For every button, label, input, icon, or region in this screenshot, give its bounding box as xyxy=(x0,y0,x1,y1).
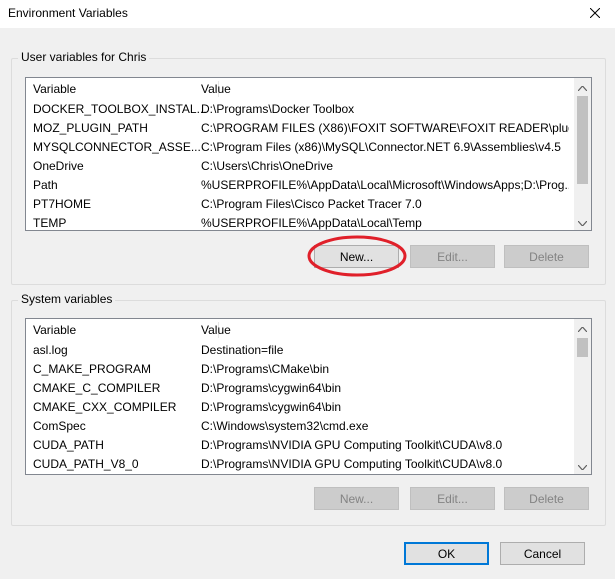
scroll-up-button[interactable] xyxy=(574,319,591,336)
scroll-up-button[interactable] xyxy=(574,78,591,95)
scroll-thumb[interactable] xyxy=(577,96,588,184)
system-list-scrollbar[interactable] xyxy=(574,319,591,474)
column-header-value[interactable]: Value xyxy=(201,323,231,337)
variable-name: CUDA_PATH_V8_0 xyxy=(33,457,139,471)
scroll-down-button[interactable] xyxy=(574,457,591,474)
variable-name: OneDrive xyxy=(33,159,84,173)
variable-value: D:\Programs\CMake\bin xyxy=(201,362,330,376)
variable-name: asl.log xyxy=(33,343,68,357)
table-row[interactable]: MOZ_PLUGIN_PATH C:\PROGRAM FILES (X86)\FO… xyxy=(26,119,591,138)
variable-value: Destination=file xyxy=(201,343,284,357)
variable-value: D:\Programs\cygwin64\bin xyxy=(201,381,342,395)
variable-name: PT7HOME xyxy=(33,197,92,211)
user-variables-label: User variables for Chris xyxy=(18,50,150,64)
table-row[interactable]: CMAKE_CXX_COMPILER D:\Programs\cygwin64\b… xyxy=(26,398,591,417)
table-row[interactable]: TEMP %USERPROFILE%\AppData\Local\Temp xyxy=(26,214,591,230)
table-row[interactable]: C_MAKE_PROGRAM D:\Programs\CMake\bin xyxy=(26,360,591,379)
chevron-up-icon xyxy=(577,80,588,94)
variable-value: D:\Programs\NVIDIA GPU Computing Toolkit… xyxy=(201,438,503,452)
user-delete-button[interactable]: Delete xyxy=(504,245,589,268)
column-header-variable[interactable]: Variable xyxy=(33,323,76,337)
close-button[interactable] xyxy=(581,2,609,24)
ok-button[interactable]: OK xyxy=(404,542,489,565)
variable-name: MYSQLCONNECTOR_ASSE... xyxy=(33,140,201,154)
system-edit-button[interactable]: Edit... xyxy=(410,487,495,510)
column-header-value[interactable]: Value xyxy=(201,82,231,96)
variable-value: C:\Users\Chris\OneDrive xyxy=(201,159,334,173)
chevron-down-icon xyxy=(577,215,588,229)
user-new-button[interactable]: New... xyxy=(314,245,399,268)
table-row[interactable]: CUDA_PATH_V8_0 D:\Programs\NVIDIA GPU Com… xyxy=(26,455,591,474)
user-list-header: Variable Value xyxy=(26,78,591,100)
chevron-down-icon xyxy=(577,459,588,473)
variable-name: CMAKE_C_COMPILER xyxy=(33,381,161,395)
table-row[interactable]: DOCKER_TOOLBOX_INSTAL... D:\Programs\Dock… xyxy=(26,100,591,119)
variable-value: D:\Programs\cygwin64\bin xyxy=(201,400,342,414)
table-row[interactable]: MYSQLCONNECTOR_ASSE... C:\Program Files (… xyxy=(26,138,591,157)
table-row[interactable]: Path %USERPROFILE%\AppData\Local\Microsof… xyxy=(26,176,591,195)
user-edit-button[interactable]: Edit... xyxy=(410,245,495,268)
window-title: Environment Variables xyxy=(8,6,128,20)
variable-name: ComSpec xyxy=(33,419,86,433)
scroll-down-button[interactable] xyxy=(574,213,591,230)
variable-value: D:\Programs\Docker Toolbox xyxy=(201,102,355,116)
variable-name: CUDA_PATH xyxy=(33,438,104,452)
variable-name: Path xyxy=(33,178,58,192)
table-row[interactable]: ComSpec C:\Windows\system32\cmd.exe xyxy=(26,417,591,436)
variable-value: C:\PROGRAM FILES (X86)\FOXIT SOFTWARE\FO… xyxy=(201,121,569,135)
system-variables-label: System variables xyxy=(18,292,116,306)
table-row[interactable]: asl.log Destination=file xyxy=(26,341,591,360)
system-list-header: Variable Value xyxy=(26,319,591,341)
variable-value: C:\Program Files\Cisco Packet Tracer 7.0 xyxy=(201,197,422,211)
close-icon xyxy=(590,8,600,18)
variable-value: D:\Programs\NVIDIA GPU Computing Toolkit… xyxy=(201,457,503,471)
variable-value: C:\Windows\system32\cmd.exe xyxy=(201,419,369,433)
table-row[interactable]: CMAKE_C_COMPILER D:\Programs\cygwin64\bin xyxy=(26,379,591,398)
system-variables-list[interactable]: Variable Value asl.log Destination=file C… xyxy=(25,318,592,475)
variable-name: TEMP xyxy=(33,216,67,230)
variable-value: %USERPROFILE%\AppData\Local\Microsoft\Wi… xyxy=(201,178,569,192)
chevron-up-icon xyxy=(577,321,588,335)
table-row[interactable]: CUDA_PATH D:\Programs\NVIDIA GPU Computin… xyxy=(26,436,591,455)
variable-name: MOZ_PLUGIN_PATH xyxy=(33,121,148,135)
user-variables-group: User variables for Chris Variable Value … xyxy=(11,50,606,285)
user-variables-list[interactable]: Variable Value DOCKER_TOOLBOX_INSTAL... D… xyxy=(25,77,592,231)
system-delete-button[interactable]: Delete xyxy=(504,487,589,510)
table-row[interactable]: OneDrive C:\Users\Chris\OneDrive xyxy=(26,157,591,176)
system-new-button[interactable]: New... xyxy=(314,487,399,510)
variable-value: %USERPROFILE%\AppData\Local\Temp xyxy=(201,216,422,230)
scroll-thumb[interactable] xyxy=(577,338,588,357)
system-variables-group: System variables Variable Value asl.log D… xyxy=(11,292,606,526)
variable-name: CMAKE_CXX_COMPILER xyxy=(33,400,177,414)
cancel-button[interactable]: Cancel xyxy=(500,542,585,565)
variable-name: C_MAKE_PROGRAM xyxy=(33,362,152,376)
table-row[interactable]: PT7HOME C:\Program Files\Cisco Packet Tra… xyxy=(26,195,591,214)
user-list-scrollbar[interactable] xyxy=(574,78,591,230)
variable-name: DOCKER_TOOLBOX_INSTAL... xyxy=(33,102,207,116)
title-bar: Environment Variables xyxy=(0,0,615,28)
column-header-variable[interactable]: Variable xyxy=(33,82,76,96)
variable-value: C:\Program Files (x86)\MySQL\Connector.N… xyxy=(201,140,561,154)
